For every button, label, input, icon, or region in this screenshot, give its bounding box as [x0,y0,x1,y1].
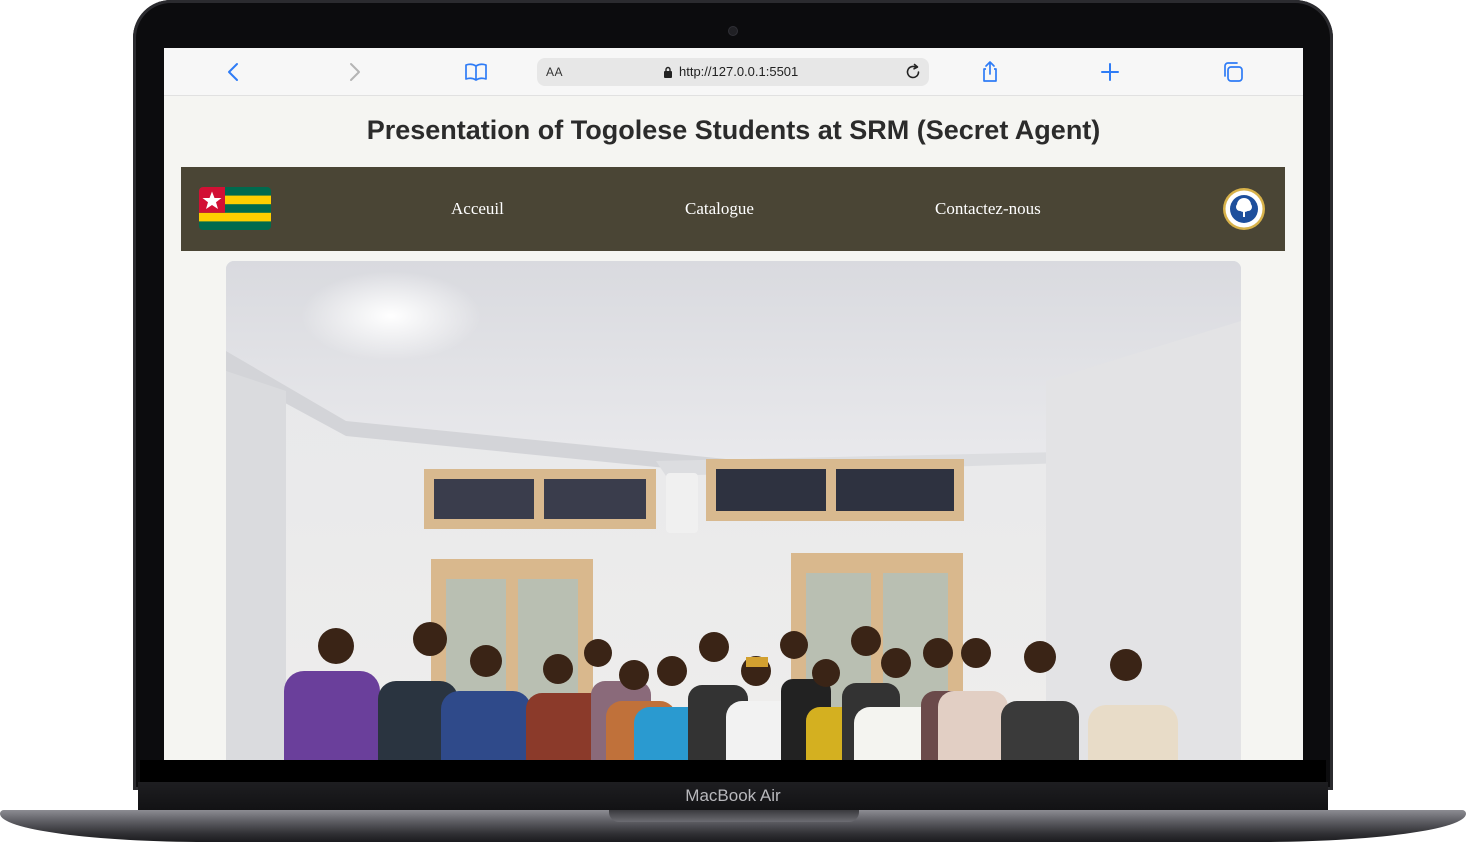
nav-link-catalogue[interactable]: Catalogue [685,199,754,219]
forward-button[interactable] [342,60,366,84]
lock-icon [664,66,672,78]
tabs-overview-button[interactable] [1221,60,1245,84]
book-icon [465,63,487,81]
screen-bezel [140,760,1326,782]
nav-link-contactez-nous[interactable]: Contactez-nous [935,199,1041,219]
url-text: http://127.0.0.1:5501 [679,64,799,79]
tabs-icon [1224,62,1243,82]
address-bar[interactable]: AA http://127.0.0.1:5501 [537,58,929,86]
university-seal-icon [1222,187,1266,231]
laptop-notch [609,810,859,822]
navigation-bar: Acceuil Catalogue Contactez-nous [181,167,1285,251]
back-button[interactable] [222,60,246,84]
share-button[interactable] [978,60,1002,84]
browser-toolbar: AA http://127.0.0.1:5501 [164,48,1303,96]
screen: AA http://127.0.0.1:5501 Presentation of… [164,48,1303,760]
chevron-right-icon [350,63,360,81]
togo-flag-icon [199,187,271,230]
plus-icon [1101,63,1119,81]
page-title: Presentation of Togolese Students at SRM… [366,115,1101,145]
nav-link-acceuil[interactable]: Acceuil [451,199,504,219]
camera [729,27,737,35]
share-icon [983,61,997,82]
bookmarks-button[interactable] [464,60,488,84]
new-tab-button[interactable] [1098,60,1122,84]
text-size-button[interactable]: AA [546,65,563,79]
group-photo [226,261,1241,760]
laptop-hinge: MacBook Air [138,782,1328,810]
reload-icon[interactable] [903,62,923,82]
chevron-left-icon [228,63,238,81]
device-label: MacBook Air [685,786,781,805]
